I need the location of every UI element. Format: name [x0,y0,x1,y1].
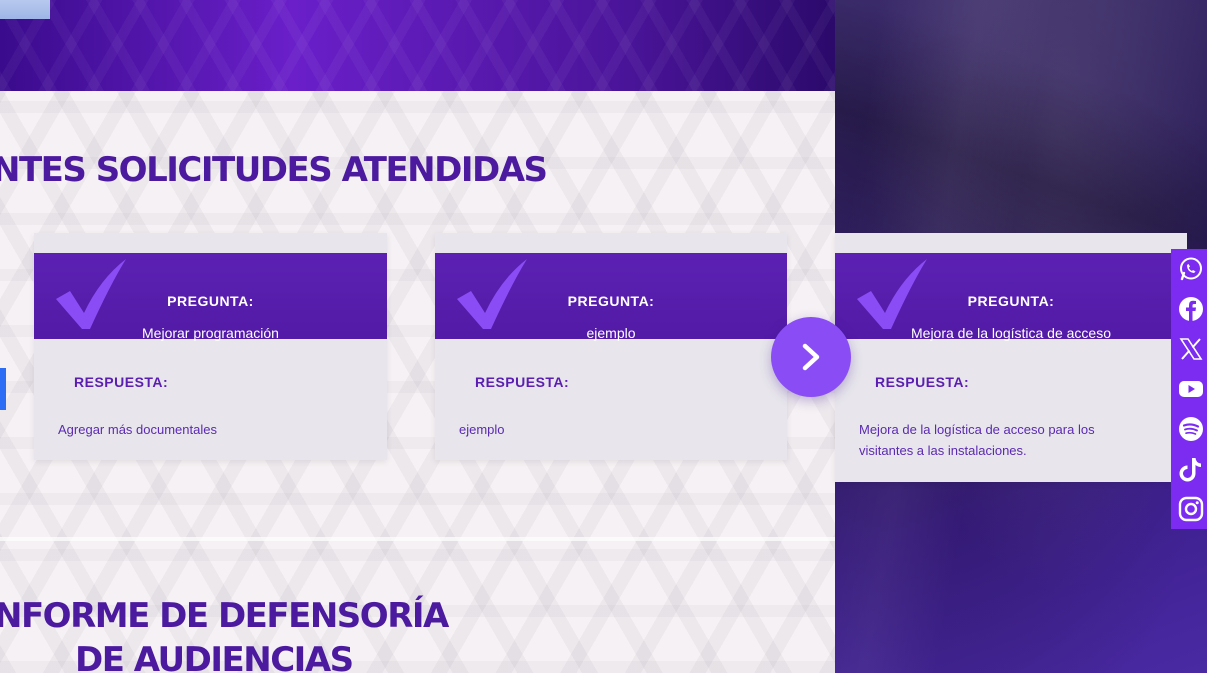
instagram-link[interactable] [1177,495,1205,523]
youtube-icon [1179,381,1203,397]
card-question-header: PREGUNTA: ejemplo [435,253,787,341]
instagram-icon [1178,496,1204,522]
facebook-link[interactable] [1177,295,1205,323]
spotify-link[interactable] [1177,415,1205,443]
x-twitter-link[interactable] [1177,335,1205,363]
banner-thumbnail[interactable] [0,0,50,19]
whatsapp-icon [1180,257,1202,281]
question-label: PREGUNTA: [967,293,1055,309]
request-card: PREGUNTA: Mejorar programación RESPUESTA… [34,233,387,460]
tiktok-icon [1179,458,1201,482]
question-text: Mejora de la logística de acceso [911,325,1111,341]
section-title-report-line2: DE AUDIENCIAS [75,640,354,673]
youtube-link[interactable] [1177,375,1205,403]
answer-label: RESPUESTA: [74,374,169,390]
answer-label: RESPUESTA: [475,374,570,390]
carousel-prev-button[interactable] [0,368,6,410]
request-card: PREGUNTA: ejemplo RESPUESTA: ejemplo [435,233,787,460]
answer-text: ejemplo [459,422,505,437]
tiktok-link[interactable] [1177,455,1205,483]
section-divider [0,537,835,541]
x-icon [1179,338,1203,360]
answer-text: Agregar más documentales [58,422,217,437]
section-title-report-line1: NFORME DE DEFENSORÍA [0,596,449,636]
request-card: PREGUNTA: Mejora de la logística de acce… [835,233,1187,482]
question-text: ejemplo [586,325,636,341]
chevron-right-icon [802,343,820,371]
carousel-next-button[interactable] [771,317,851,397]
card-question-header: PREGUNTA: Mejora de la logística de acce… [835,253,1187,341]
spotify-icon [1179,417,1203,441]
hero-banner [0,0,835,91]
question-text: Mejorar programación [142,325,279,341]
question-label: PREGUNTA: [567,293,655,309]
question-label: PREGUNTA: [167,293,254,309]
whatsapp-link[interactable] [1177,255,1205,283]
card-question-header: PREGUNTA: Mejorar programación [34,253,387,341]
section-title-attended-requests: NTES SOLICITUDES ATENDIDAS [0,150,548,190]
facebook-icon [1179,297,1203,321]
social-links-rail [1171,249,1207,529]
answer-text: Mejora de la logística de acceso para lo… [859,422,1095,458]
answer-label: RESPUESTA: [875,374,970,390]
